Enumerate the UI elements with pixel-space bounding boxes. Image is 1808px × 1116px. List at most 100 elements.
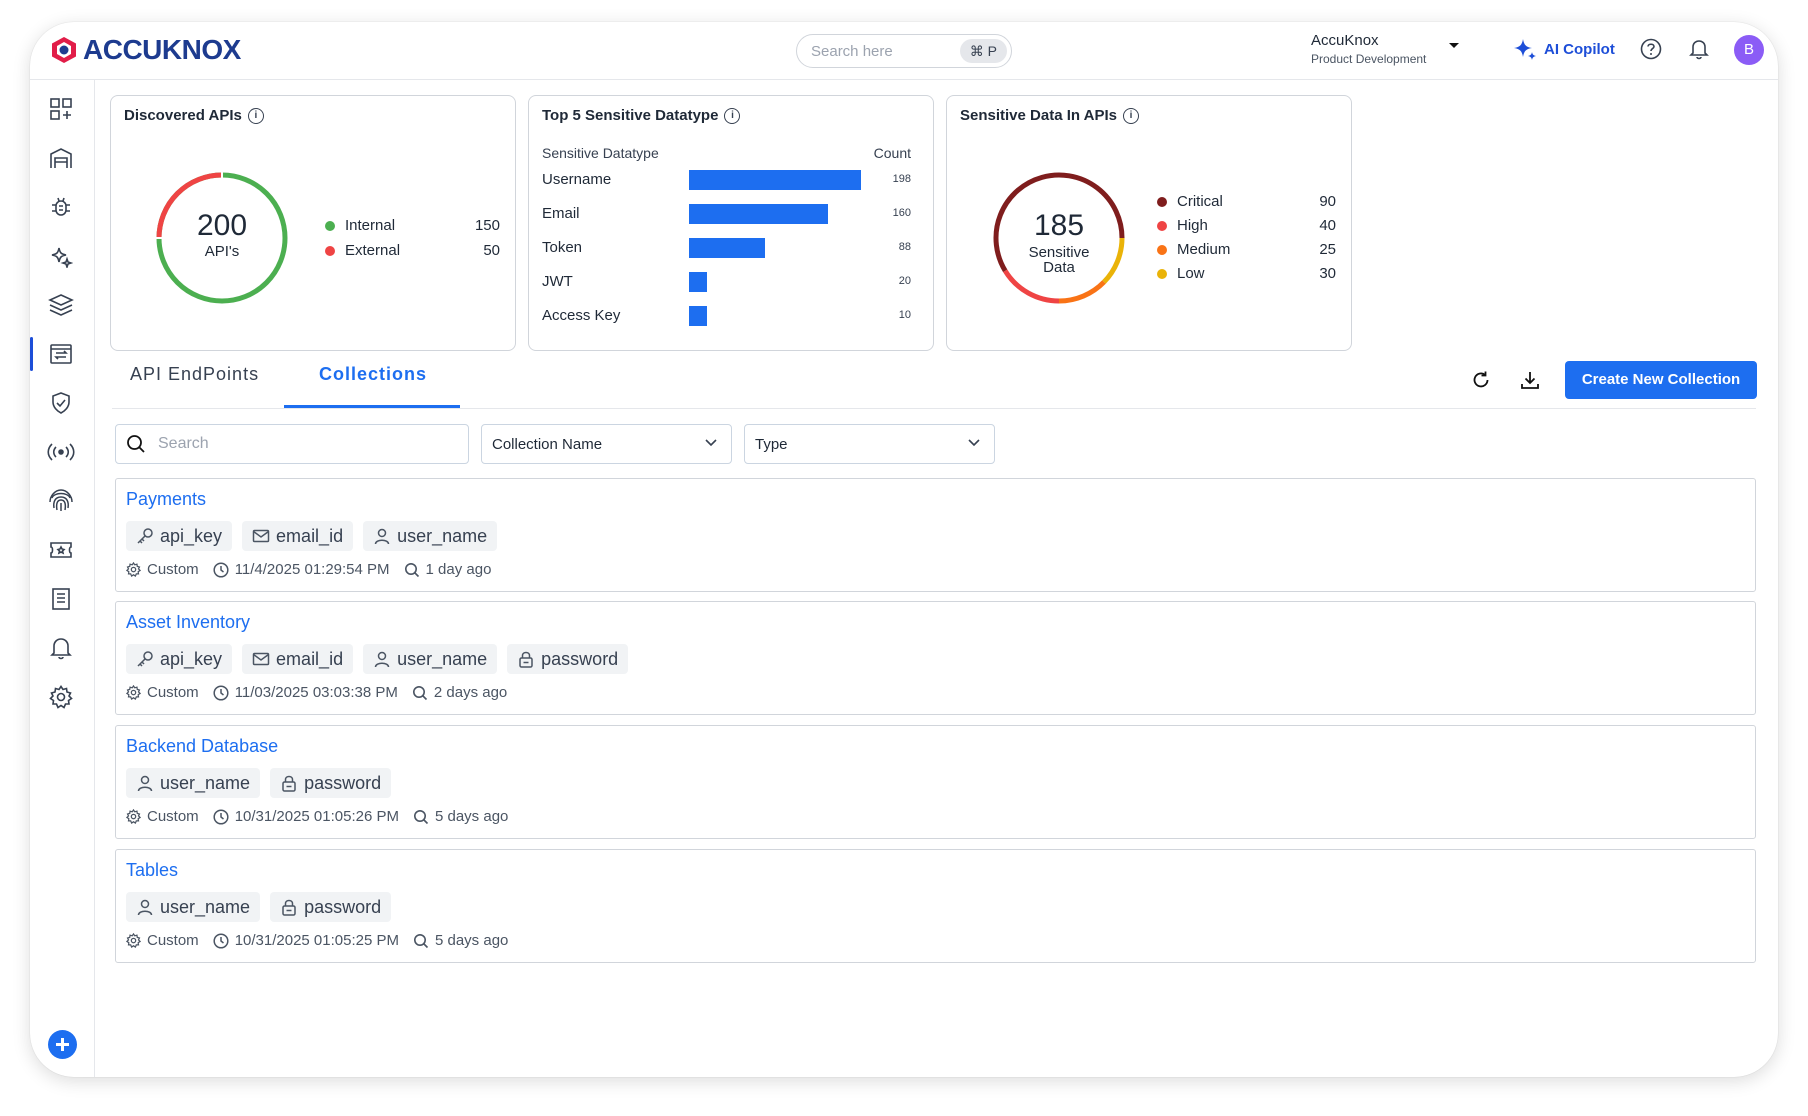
external-dot xyxy=(325,245,335,256)
tag-chip-password: password xyxy=(270,768,392,798)
user-icon xyxy=(137,775,153,792)
medium-dot xyxy=(1157,244,1167,255)
tab-collections[interactable]: Collections xyxy=(319,364,427,385)
caret-down-icon[interactable] xyxy=(1448,42,1460,50)
key-icon xyxy=(137,528,153,544)
top5-title: Top 5 Sensitive Datatype i xyxy=(542,107,741,124)
collection-name-link[interactable]: Backend Database xyxy=(126,736,278,757)
sidebar-item-dashboard[interactable] xyxy=(46,94,76,124)
sidebar-item-notifications[interactable] xyxy=(46,633,76,663)
tab-divider xyxy=(112,408,1756,409)
user-icon xyxy=(137,899,153,916)
collection-name-link[interactable]: Payments xyxy=(126,489,206,510)
ai-copilot-button[interactable]: AI Copilot xyxy=(1512,36,1615,62)
sidebar-item-tickets[interactable] xyxy=(46,535,76,565)
search-icon xyxy=(412,685,427,700)
sensitive-total-label-1: Sensitive xyxy=(1028,244,1090,261)
add-button[interactable] xyxy=(48,1030,77,1059)
refresh-icon[interactable] xyxy=(1471,370,1491,390)
tenant-name: AccuKnox xyxy=(1311,32,1379,49)
bar-label: JWT xyxy=(542,273,573,290)
chevron-down-icon xyxy=(705,439,717,447)
sidebar-item-ai[interactable] xyxy=(46,241,76,271)
collection-card[interactable]: Payments api_key email_id user_name Custom 11… xyxy=(115,478,1756,592)
tag-label: user_name xyxy=(397,525,488,546)
sidebar-item-issues[interactable] xyxy=(46,192,76,222)
discovered-apis-title-text: Discovered APIs xyxy=(124,107,242,124)
chevron-down-icon xyxy=(968,439,980,447)
tag-label: api_key xyxy=(160,525,223,546)
tag-label: password xyxy=(541,648,619,669)
sidebar-item-compliance[interactable] xyxy=(46,388,76,418)
collection-name-dropdown[interactable]: Collection Name xyxy=(481,424,732,464)
create-new-collection-button[interactable]: Create New Collection xyxy=(1565,361,1757,399)
collection-meta: Custom 11/03/2025 03:03:38 PM 2 days ago xyxy=(126,684,507,701)
info-icon[interactable]: i xyxy=(724,107,741,124)
tenant-selector[interactable]: AccuKnox Product Development xyxy=(1311,32,1426,68)
sidebar-item-settings[interactable] xyxy=(46,682,76,712)
sidebar-item-runtime[interactable] xyxy=(46,437,76,467)
low-dot xyxy=(1157,268,1167,279)
info-icon[interactable]: i xyxy=(1123,107,1140,124)
collection-type: Custom xyxy=(147,561,199,578)
tag-label: password xyxy=(304,772,382,793)
active-tab-indicator xyxy=(284,405,460,408)
collection-last-scan: 5 days ago xyxy=(434,808,509,825)
sensitive-datatype-bar[interactable] xyxy=(689,238,765,258)
help-icon[interactable] xyxy=(1640,38,1662,60)
sidebar-item-api-security[interactable] xyxy=(30,337,76,371)
sidebar-item-identity[interactable] xyxy=(46,486,76,516)
tag-chip-user-name: user_name xyxy=(363,644,498,674)
bar-label: Username xyxy=(542,171,612,188)
top5-sensitive-card: Top 5 Sensitive Datatype i Sensitive Dat… xyxy=(528,95,934,351)
warehouse-icon xyxy=(50,148,72,168)
collection-search-input[interactable]: Search xyxy=(115,424,469,464)
top5-col-datatype: Sensitive Datatype xyxy=(542,145,659,161)
tag-label: email_id xyxy=(276,648,344,669)
info-icon[interactable]: i xyxy=(247,107,264,124)
sensitive-datatype-bar[interactable] xyxy=(689,204,828,224)
sidebar xyxy=(30,80,95,1077)
sidebar-item-layers[interactable] xyxy=(46,290,76,320)
type-dropdown[interactable]: Type xyxy=(744,424,995,464)
clock-icon xyxy=(213,808,229,825)
collection-card[interactable]: Tables user_name password Custom 10/31/2025 … xyxy=(115,849,1756,963)
tag-label: password xyxy=(304,896,382,917)
search-icon xyxy=(413,933,429,948)
gear-icon xyxy=(126,562,141,577)
sensitive-total-label-2: Data xyxy=(1043,259,1075,276)
collection-name-link[interactable]: Tables xyxy=(126,860,178,881)
collection-card[interactable]: Backend Database user_name password Custom 1… xyxy=(115,725,1756,839)
tag-chip-email-id: email_id xyxy=(242,521,354,551)
sidebar-item-reports[interactable] xyxy=(46,584,76,614)
collection-card[interactable]: Asset Inventory api_key email_id user_name p… xyxy=(115,601,1756,715)
sensitive-datatype-bar[interactable] xyxy=(689,170,861,190)
legend-critical-label: Critical xyxy=(1177,193,1223,210)
logo[interactable]: ACCUKNOX xyxy=(49,34,241,66)
top5-col-count: Count xyxy=(873,145,911,161)
sensitive-datatype-bar[interactable] xyxy=(689,306,707,326)
type-dropdown-label: Type xyxy=(755,435,788,453)
collection-timestamp: 10/31/2025 01:05:26 PM xyxy=(234,808,399,825)
collection-name-link[interactable]: Asset Inventory xyxy=(126,612,250,633)
api-transfer-icon xyxy=(50,344,72,364)
tab-api-endpoints[interactable]: API EndPoints xyxy=(130,364,259,385)
legend-internal-value: 150 xyxy=(474,217,500,234)
user-avatar[interactable]: B xyxy=(1734,35,1764,65)
download-icon[interactable] xyxy=(1520,370,1540,390)
legend-external-value: 50 xyxy=(483,242,500,259)
sensitive-data-card: Sensitive Data In APIs i 185 Sensitive D… xyxy=(946,95,1352,351)
critical-dot xyxy=(1157,196,1167,207)
collection-timestamp: 11/03/2025 03:03:38 PM xyxy=(234,684,398,701)
collection-meta: Custom 11/4/2025 01:29:54 PM 1 day ago xyxy=(126,561,491,578)
global-search-input[interactable]: Search here ⌘ P xyxy=(796,34,1012,68)
sidebar-item-inventory[interactable] xyxy=(46,143,76,173)
bar-count: 160 xyxy=(892,207,911,219)
tag-label: email_id xyxy=(276,525,344,546)
sensitive-datatype-bar[interactable] xyxy=(689,272,707,292)
dashboard-grid-icon xyxy=(50,98,72,120)
legend-internal: Internal xyxy=(325,217,395,234)
search-icon xyxy=(127,435,145,453)
bell-icon[interactable] xyxy=(1689,38,1709,60)
bell-icon xyxy=(50,638,72,660)
